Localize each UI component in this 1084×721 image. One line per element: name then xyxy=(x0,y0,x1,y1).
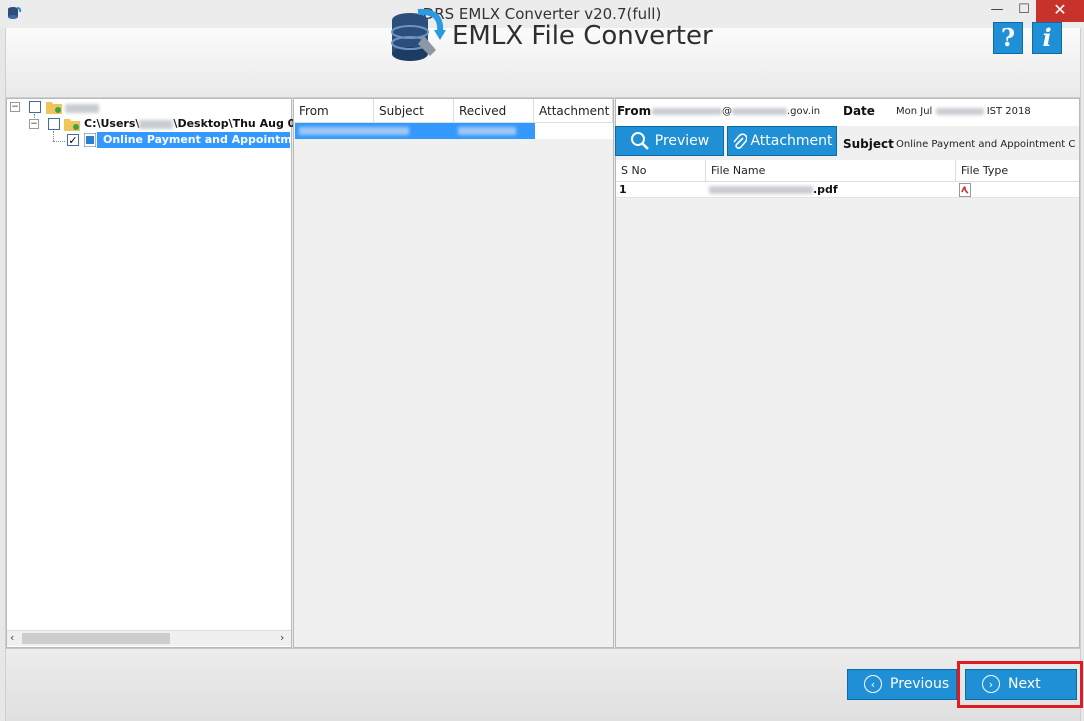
tree-node-2[interactable]: C:\Users\ \Desktop\Thu Aug 06 xyxy=(84,117,303,130)
email-attachment-cell xyxy=(535,123,613,139)
attachment-col-sno[interactable]: S No xyxy=(616,160,706,182)
attachment-tab-label: Attachment xyxy=(750,133,833,149)
scroll-right-icon[interactable]: › xyxy=(280,631,284,644)
filename-redacted xyxy=(709,186,813,194)
app-name: EMLX File Converter xyxy=(452,21,713,51)
tree-connector xyxy=(53,131,54,141)
chevron-left-icon: ‹ xyxy=(864,675,882,693)
attachment-sno: 1 xyxy=(616,182,706,198)
attachment-col-filetype[interactable]: File Type xyxy=(956,160,1079,182)
scrollbar-thumb[interactable] xyxy=(22,633,170,644)
next-button-highlight xyxy=(957,661,1083,708)
username-redacted xyxy=(139,119,174,129)
tree-node-3-checkbox[interactable]: ✓ xyxy=(67,134,79,146)
minimize-button[interactable]: — xyxy=(982,0,1012,22)
column-header-subject[interactable]: Subject xyxy=(374,99,454,123)
tree-connector xyxy=(53,141,65,142)
date-time-redacted xyxy=(935,107,984,115)
date-suffix: IST 2018 xyxy=(986,106,1031,117)
scroll-left-icon[interactable]: ‹ xyxy=(10,631,14,644)
search-icon xyxy=(630,132,649,150)
info-button[interactable]: i xyxy=(1032,22,1062,54)
attachment-tab[interactable]: Attachment xyxy=(727,126,837,156)
from-value: @ .gov.in xyxy=(652,106,820,117)
folder-icon xyxy=(46,102,62,114)
tree-node-1-label-redacted xyxy=(65,104,99,113)
column-header-attachment[interactable]: Attachment xyxy=(534,99,613,123)
previous-label: Previous xyxy=(890,676,950,692)
from-user-redacted xyxy=(652,107,722,115)
tree-node-3-selected[interactable]: Online Payment and Appointment xyxy=(97,132,290,148)
from-label: From xyxy=(617,104,652,118)
attachment-filename: .pdf xyxy=(706,182,956,198)
window-frame-right xyxy=(1080,28,1084,721)
preview-tab-label: Preview xyxy=(654,133,710,149)
email-from-redacted xyxy=(299,127,409,135)
column-header-from[interactable]: From xyxy=(294,99,374,123)
previous-button[interactable]: ‹ Previous xyxy=(847,669,957,700)
from-domain-redacted xyxy=(732,107,787,115)
subject-value: Online Payment and Appointment Co... xyxy=(896,139,1076,150)
date-label: Date xyxy=(843,104,875,118)
from-domain: .gov.in xyxy=(787,106,821,117)
maximize-button[interactable]: ☐ xyxy=(1009,0,1039,22)
filename-extension: .pdf xyxy=(813,183,838,196)
tree-node-2-suffix: \Desktop\Thu Aug 06 xyxy=(173,117,303,130)
date-prefix: Mon Jul xyxy=(896,106,933,117)
preview-tab[interactable]: Preview xyxy=(615,126,724,156)
folder-tree-panel xyxy=(6,98,292,648)
email-file-icon xyxy=(84,133,96,147)
tree-expand-toggle[interactable]: − xyxy=(10,102,20,112)
database-logo-icon xyxy=(391,8,446,61)
from-at-sign: @ xyxy=(722,106,732,117)
subject-label: Subject xyxy=(843,137,894,151)
help-button[interactable]: ? xyxy=(993,22,1023,54)
attachment-col-filename[interactable]: File Name xyxy=(706,160,956,182)
paperclip-icon xyxy=(733,133,749,149)
date-value: Mon Jul IST 2018 xyxy=(896,106,1031,117)
tree-node-1-checkbox[interactable] xyxy=(29,101,41,113)
tree-expand-toggle[interactable]: − xyxy=(29,119,39,129)
column-header-date[interactable]: Recived Date xyxy=(454,99,534,142)
tree-node-2-prefix: C:\Users\ xyxy=(84,117,140,130)
email-list-panel xyxy=(293,98,614,648)
email-date-redacted xyxy=(458,127,516,135)
tree-node-2-checkbox[interactable] xyxy=(48,118,60,130)
attachment-filetype xyxy=(956,182,1079,198)
folder-icon xyxy=(64,119,80,131)
close-button[interactable]: ✕ xyxy=(1036,0,1084,22)
pdf-icon xyxy=(959,183,971,197)
